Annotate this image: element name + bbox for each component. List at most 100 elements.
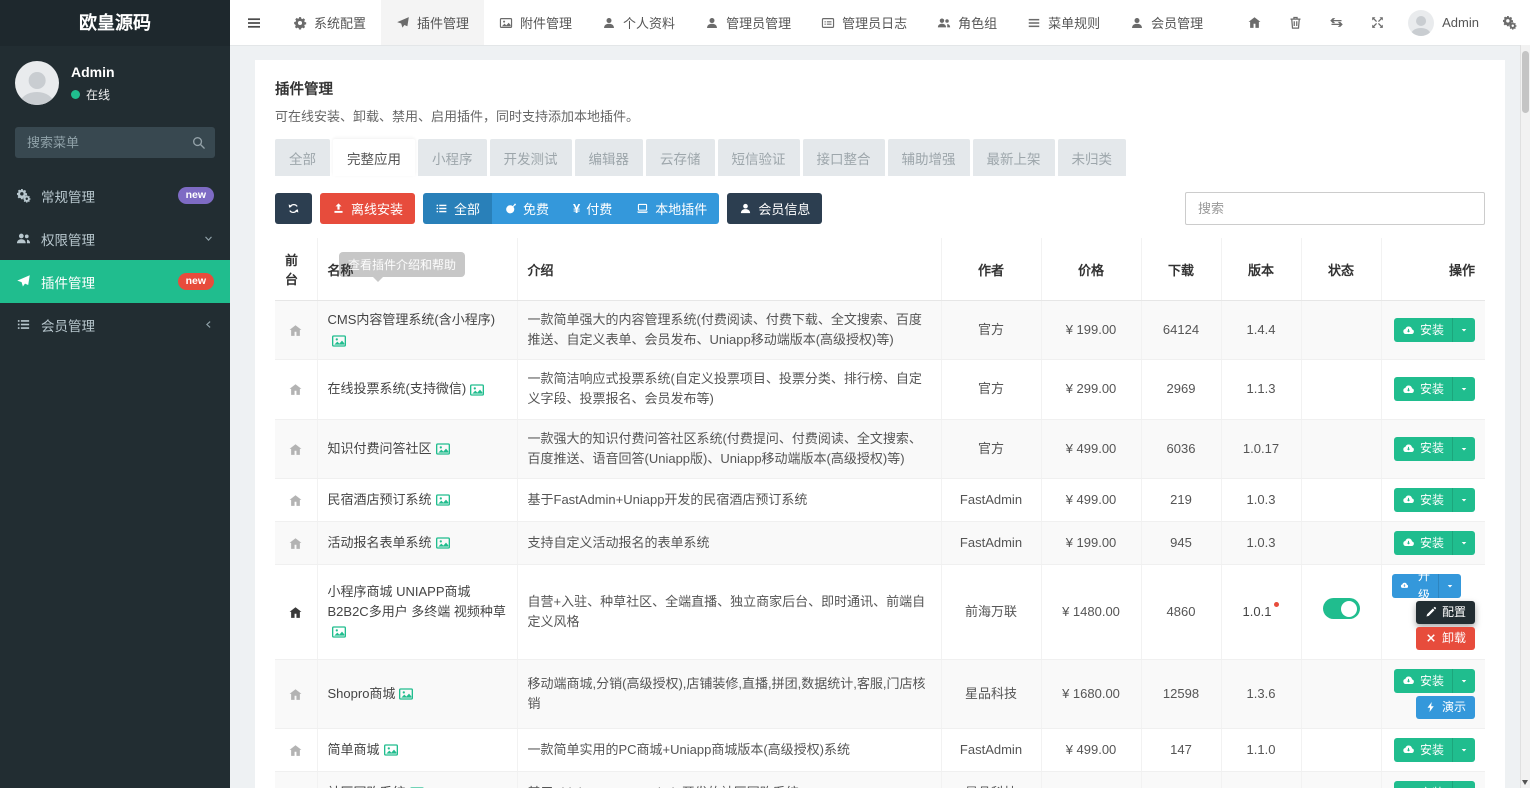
plugin-author: 官方 <box>941 301 1041 360</box>
offline-install-button[interactable]: 离线安装 <box>320 193 415 224</box>
sidebar-item-auth[interactable]: 权限管理 <box>0 217 230 260</box>
sidebar-item-label: 常规管理 <box>41 186 95 206</box>
tab-cloud-storage[interactable]: 云存储 <box>646 139 715 176</box>
search-icon[interactable] <box>191 135 206 150</box>
enable-toggle[interactable] <box>1323 598 1360 619</box>
upgrade-button[interactable]: 升级 <box>1392 574 1462 598</box>
home-icon <box>1247 15 1262 30</box>
language-button[interactable] <box>1316 0 1357 45</box>
sidebar-item-general[interactable]: 常规管理 new <box>0 174 230 217</box>
plugin-price: ¥ 199.00 <box>1041 521 1141 564</box>
install-dropdown-caret[interactable] <box>1452 318 1475 342</box>
laptop-icon <box>636 202 649 215</box>
install-dropdown-caret[interactable] <box>1452 669 1475 693</box>
plugin-name[interactable]: Shopro商城 <box>328 686 396 701</box>
tab-enhance[interactable]: 辅助增强 <box>888 139 970 176</box>
install-button[interactable]: 安装 <box>1394 669 1475 693</box>
scrollbar[interactable] <box>1520 45 1530 788</box>
nav-item-admin-manage[interactable]: 管理员管理 <box>690 0 806 45</box>
plugin-downloads: 210 <box>1141 771 1221 788</box>
plugin-name[interactable]: 简单商城 <box>328 742 380 757</box>
trash-icon <box>1288 15 1303 30</box>
member-info-button[interactable]: 会员信息 <box>727 193 822 224</box>
install-button[interactable]: 安装 <box>1394 738 1475 762</box>
nav-item-member-manage[interactable]: 会员管理 <box>1115 0 1218 45</box>
table-row: Shopro商城 移动端商城,分销(高级授权),店铺装修,直播,拼团,数据统计,… <box>275 659 1485 728</box>
plugin-search-input[interactable] <box>1185 192 1485 225</box>
hamburger-menu-icon[interactable] <box>230 0 278 45</box>
filter-paid-button[interactable]: ¥付费 <box>561 193 624 224</box>
table-row: CMS内容管理系统(含小程序) 一款简单强大的内容管理系统(付费阅读、付费下载、… <box>275 301 1485 360</box>
image-icon[interactable] <box>469 382 485 398</box>
filter-free-button[interactable]: 免费 <box>492 193 561 224</box>
settings-button[interactable] <box>1489 0 1530 45</box>
home-icon[interactable] <box>288 605 303 620</box>
nav-item-admin-log[interactable]: 管理员日志 <box>806 0 922 45</box>
install-button[interactable]: 安装 <box>1394 531 1475 555</box>
install-button[interactable]: 安装 <box>1394 437 1475 461</box>
home-button[interactable] <box>1234 0 1275 45</box>
install-dropdown-caret[interactable] <box>1452 531 1475 555</box>
scrollbar-thumb[interactable] <box>1522 51 1529 113</box>
uninstall-button[interactable]: 卸载 <box>1416 627 1475 650</box>
upgrade-dropdown-caret[interactable] <box>1438 574 1461 598</box>
filter-local-button[interactable]: 本地插件 <box>624 193 719 224</box>
image-icon[interactable] <box>383 742 399 758</box>
user-avatar[interactable] <box>15 61 59 105</box>
image-icon[interactable] <box>331 624 347 640</box>
plugin-name[interactable]: 活动报名表单系统 <box>328 535 432 550</box>
config-button[interactable]: 配置 <box>1416 601 1475 624</box>
nav-item-menu-rule[interactable]: 菜单规则 <box>1012 0 1115 45</box>
tab-newest[interactable]: 最新上架 <box>973 139 1055 176</box>
sidebar-item-addon[interactable]: 插件管理 new <box>0 260 230 303</box>
col-downloads: 下载 <box>1141 238 1221 301</box>
image-icon[interactable] <box>398 686 414 702</box>
nav-item-addon-manage[interactable]: 插件管理 <box>381 0 484 45</box>
tab-editor[interactable]: 编辑器 <box>575 139 644 176</box>
install-dropdown-caret[interactable] <box>1452 437 1475 461</box>
clear-cache-button[interactable] <box>1275 0 1316 45</box>
plugin-name[interactable]: 民宿酒店预订系统 <box>328 492 432 507</box>
tab-api[interactable]: 接口整合 <box>803 139 885 176</box>
install-button[interactable]: 安装 <box>1394 318 1475 342</box>
scrollbar-down-arrow[interactable] <box>1522 780 1528 785</box>
install-button[interactable]: 安装 <box>1394 488 1475 512</box>
sidebar-item-member[interactable]: 会员管理 <box>0 303 230 346</box>
nav-item-system-config[interactable]: 系统配置 <box>278 0 381 45</box>
install-label: 安装 <box>1420 672 1444 691</box>
tab-complete-app[interactable]: 完整应用 <box>333 139 415 176</box>
tab-sms[interactable]: 短信验证 <box>718 139 800 176</box>
tab-all[interactable]: 全部 <box>275 139 330 176</box>
plugin-version: 1.0.3 <box>1221 478 1301 521</box>
nav-item-attachment[interactable]: 附件管理 <box>484 0 587 45</box>
install-dropdown-caret[interactable] <box>1452 488 1475 512</box>
tab-dev-test[interactable]: 开发测试 <box>490 139 572 176</box>
install-button[interactable]: 安装 <box>1394 781 1475 788</box>
install-dropdown-caret[interactable] <box>1452 738 1475 762</box>
install-button[interactable]: 安装 <box>1394 377 1475 401</box>
plugin-name[interactable]: 知识付费问答社区 <box>328 441 432 456</box>
image-icon[interactable] <box>331 333 347 349</box>
refresh-button[interactable] <box>275 193 312 224</box>
filter-all-button[interactable]: 全部 <box>423 193 492 224</box>
plugin-name[interactable]: 在线投票系统(支持微信) <box>328 381 467 396</box>
image-icon[interactable] <box>435 535 451 551</box>
caret-down-icon <box>1459 325 1469 335</box>
nav-item-role-group[interactable]: 角色组 <box>922 0 1012 45</box>
plugin-name[interactable]: 小程序商城 UNIAPP商城 B2B2C多用户 多终端 视频种草 <box>328 584 506 619</box>
fullscreen-button[interactable] <box>1357 0 1398 45</box>
sidebar-search-input[interactable] <box>15 127 215 158</box>
install-dropdown-caret[interactable] <box>1452 781 1475 788</box>
nav-item-profile[interactable]: 个人资料 <box>587 0 690 45</box>
tab-uncategorized[interactable]: 未归类 <box>1058 139 1127 176</box>
demo-button[interactable]: 演示 <box>1416 696 1475 719</box>
refresh-icon <box>287 202 300 215</box>
install-dropdown-caret[interactable] <box>1452 377 1475 401</box>
tab-miniprogram[interactable]: 小程序 <box>418 139 487 176</box>
col-version: 版本 <box>1221 238 1301 301</box>
cloud-download-icon <box>1402 383 1415 396</box>
image-icon[interactable] <box>435 441 451 457</box>
image-icon[interactable] <box>435 492 451 508</box>
plugin-name[interactable]: CMS内容管理系统(含小程序) <box>328 312 496 327</box>
navbar-user-menu[interactable]: Admin <box>1398 0 1489 45</box>
